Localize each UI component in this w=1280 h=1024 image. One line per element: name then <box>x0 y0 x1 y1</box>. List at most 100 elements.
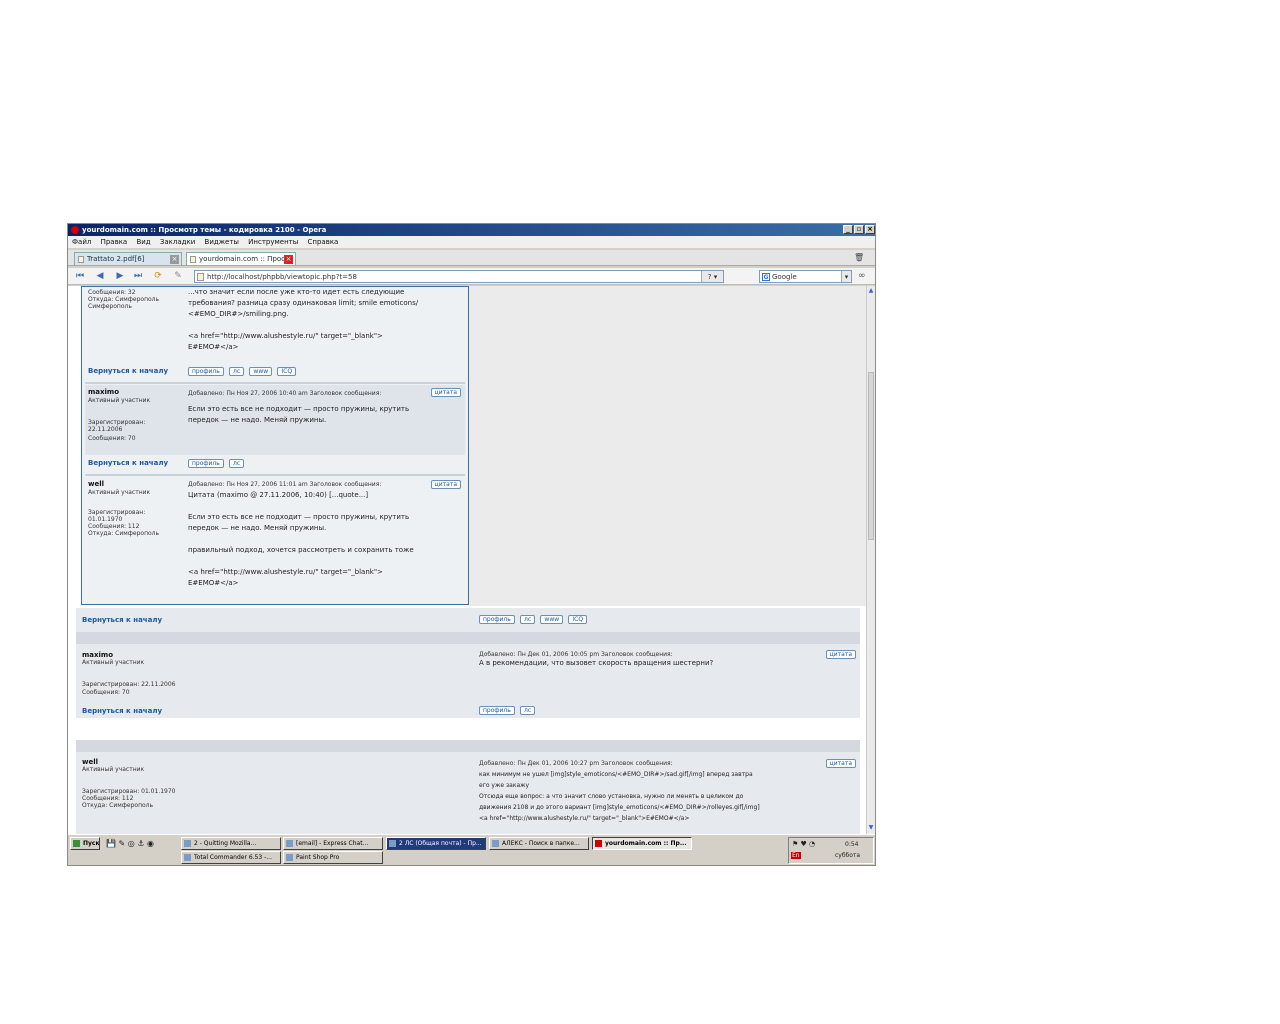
taskbar-item-label: [email] - Express Chat... <box>296 840 369 847</box>
tab-label: yourdomain.com :: Прос... <box>199 255 292 263</box>
user-rank: Активный участник <box>82 659 145 666</box>
page-icon <box>190 256 196 263</box>
user-joined: Зарегистрирован: 22.11.2006 <box>82 681 176 688</box>
address-bar[interactable]: http://localhost/phpbb/viewtopic.php?t=5… <box>194 270 724 283</box>
trash-icon[interactable]: 🗑 <box>854 253 864 262</box>
user-post-count: Сообщения: 70 <box>82 689 130 696</box>
edit-icon[interactable]: ✎ <box>172 271 184 282</box>
taskbar-item[interactable]: Total Commander 6.53 -... <box>181 851 281 864</box>
reload-icon[interactable]: ⟳ <box>152 271 164 282</box>
post-footer: Вернуться к началу профиль лс <box>85 456 465 472</box>
post: well Активный участник Зарегистрирован: … <box>76 752 860 834</box>
back-to-top-link[interactable]: Вернуться к началу <box>82 707 162 715</box>
icq-button[interactable]: ICQ <box>568 615 588 624</box>
taskbar-item[interactable]: Paint Shop Pro <box>283 851 383 864</box>
separator <box>85 474 465 476</box>
menu-edit[interactable]: Правка <box>101 238 128 246</box>
post-body: ...что значит если после уже кто-то идет… <box>188 288 419 351</box>
maximize-button[interactable]: ▫ <box>854 225 864 234</box>
post-body: Цитата (maximo @ 27.11.2006, 10:40) [...… <box>188 491 414 587</box>
taskbar-item-active[interactable]: yourdomain.com :: Пр... <box>592 837 692 850</box>
taskbar-item[interactable]: [email] - Express Chat... <box>283 837 383 850</box>
start-button[interactable]: Пуск <box>70 837 100 850</box>
search-placeholder: Google <box>772 273 797 281</box>
back-to-top-link[interactable]: Вернуться к началу <box>82 616 162 624</box>
menu-help[interactable]: Справка <box>308 238 339 246</box>
tab-pdf[interactable]: Trattato 2.pdf[6] × <box>74 252 182 265</box>
forward-icon[interactable]: ▶ <box>114 271 126 282</box>
back-to-top-link[interactable]: Вернуться к началу <box>88 459 168 467</box>
clock-time[interactable]: 0:54 <box>845 841 858 848</box>
user-rank: Активный участник <box>88 489 151 496</box>
navigation-bar: ⏮ ◀ ▶ ⏭ ⟳ ✎ http://localhost/phpbb/viewt… <box>68 268 875 285</box>
search-dropdown-icon[interactable]: ▾ <box>841 271 851 282</box>
taskbar-item-label: АЛЕКС - Поиск в папке... <box>502 840 580 847</box>
post-body: А в рекомендации, что вызовет скорость в… <box>479 659 714 667</box>
tab-forum[interactable]: yourdomain.com :: Прос... × <box>186 252 296 265</box>
post: maximo Активный участник Зарегистрирован… <box>85 385 465 455</box>
taskbar-item[interactable]: АЛЕКС - Поиск в папке... <box>489 837 589 850</box>
empty-right-area <box>468 286 866 606</box>
page-icon <box>78 256 84 263</box>
menu-widgets[interactable]: Виджеты <box>205 238 239 246</box>
go-icon: ? <box>707 273 712 281</box>
close-button[interactable]: × <box>865 225 875 234</box>
www-button[interactable]: www <box>249 367 273 376</box>
profile-button[interactable]: профиль <box>188 367 224 376</box>
icq-button[interactable]: ICQ <box>277 367 297 376</box>
tray-icons[interactable]: ⚑ ♥ ◔ <box>792 840 815 848</box>
taskbar-item[interactable]: 2 - Quitting Mozilla... <box>181 837 281 850</box>
app-icon <box>184 840 191 847</box>
minimize-button[interactable]: _ <box>843 225 853 234</box>
start-label: Пуск <box>83 840 100 847</box>
address-dropdown-icon[interactable]: ? ▾ <box>701 271 723 282</box>
windows-logo-icon <box>73 840 80 847</box>
user-joined: Зарегистрирован: 22.11.2006 <box>88 419 146 433</box>
quote-button[interactable]: цитата <box>430 480 461 489</box>
opera-icon <box>595 840 602 847</box>
rewind-icon[interactable]: ⏮ <box>74 271 86 282</box>
taskbar-item-label: yourdomain.com :: Пр... <box>605 840 687 847</box>
www-button[interactable]: www <box>540 615 564 624</box>
user-joined: Зарегистрирован: 01.01.1970 <box>82 788 176 795</box>
pm-button[interactable]: лс <box>520 706 536 715</box>
scroll-down-icon[interactable]: ▼ <box>868 824 874 831</box>
post-author[interactable]: well <box>82 758 98 766</box>
scroll-up-icon[interactable]: ▲ <box>868 287 874 294</box>
menu-file[interactable]: Файл <box>72 238 91 246</box>
post-body: Если это есть все не подходит — просто п… <box>188 405 410 424</box>
quote-button[interactable]: цитата <box>825 759 856 768</box>
profile-button[interactable]: профиль <box>479 615 515 624</box>
search-box[interactable]: G Google ▾ <box>759 270 852 283</box>
close-tab-icon[interactable]: × <box>170 255 179 264</box>
quicklaunch-icons[interactable]: 💾 ✎ ◎ ⚓ ◉ <box>106 839 154 848</box>
taskbar-item[interactable]: 2 ЛС (Общая почта) - Пр... <box>386 837 486 850</box>
glasses-icon[interactable]: ∞ <box>858 271 866 281</box>
scroll-thumb[interactable] <box>868 372 874 540</box>
menu-tools[interactable]: Инструменты <box>248 238 298 246</box>
menu-bookmarks[interactable]: Закладки <box>160 238 195 246</box>
post-footer: Вернуться к началу профиль лс www ICQ <box>85 364 465 380</box>
opera-icon <box>71 226 79 234</box>
quote-button[interactable]: цитата <box>430 388 461 397</box>
profile-button[interactable]: профиль <box>188 459 224 468</box>
close-tab-icon[interactable]: × <box>284 255 293 264</box>
profile-button[interactable]: профиль <box>479 706 515 715</box>
post-author[interactable]: maximo <box>88 388 119 396</box>
pm-button[interactable]: лс <box>229 367 245 376</box>
post-footer: Вернуться к началу профиль лс www ICQ <box>76 608 860 632</box>
post-author[interactable]: maximo <box>82 651 113 659</box>
google-icon: G <box>762 273 770 281</box>
vertical-scrollbar[interactable]: ▲ ▼ <box>866 286 875 834</box>
address-url: http://localhost/phpbb/viewtopic.php?t=5… <box>207 273 357 281</box>
fast-forward-icon[interactable]: ⏭ <box>132 271 144 282</box>
pm-button[interactable]: лс <box>520 615 536 624</box>
pm-button[interactable]: лс <box>229 459 245 468</box>
app-icon <box>286 840 293 847</box>
back-icon[interactable]: ◀ <box>94 271 106 282</box>
back-to-top-link[interactable]: Вернуться к началу <box>88 367 168 375</box>
user-location: Откуда: Симферополь <box>88 530 160 537</box>
language-indicator[interactable]: En <box>791 852 801 859</box>
menu-view[interactable]: Вид <box>136 238 150 246</box>
post-author[interactable]: well <box>88 480 104 488</box>
